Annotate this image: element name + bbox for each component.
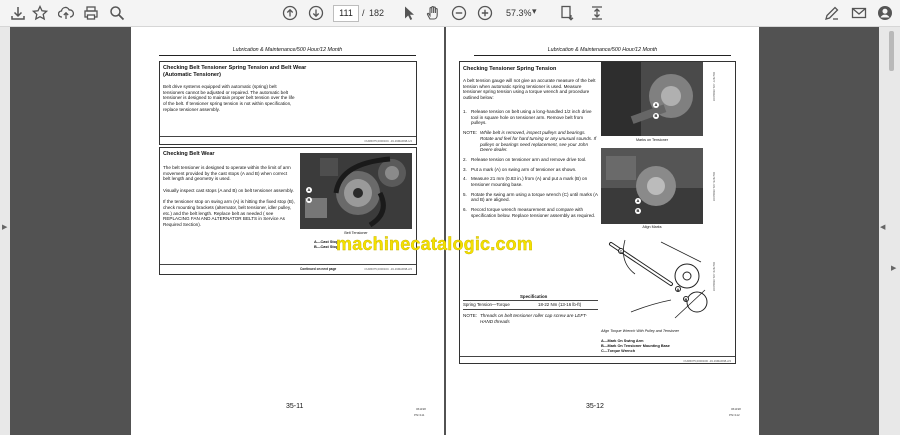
- zoom-level[interactable]: 57.3%: [506, 8, 532, 18]
- page-up-icon[interactable]: [281, 4, 299, 22]
- step-item: 5. Rotate the swing arm using a torque wr…: [463, 191, 598, 203]
- intro-text: A belt tension gauge will not give an ac…: [463, 78, 596, 101]
- section-code: OUR6075,000016D -19-19MAR98-2/2: [683, 359, 731, 363]
- page-total: 182: [369, 8, 385, 18]
- photo-caption: Align Marks: [642, 225, 662, 229]
- left-panel-toggle[interactable]: ▶: [0, 27, 10, 435]
- watermark: machinecatalogic.com: [336, 234, 534, 254]
- step-item: 4. Measure 21 mm (0.83 in.) from (A) and …: [463, 176, 588, 188]
- continued-note: Continued on next page: [300, 267, 337, 271]
- header-rule: [159, 55, 416, 56]
- label-b: B: [653, 113, 659, 119]
- step-item: 2. Release tension on tensioner arm and r…: [463, 156, 587, 162]
- vertical-scrollbar[interactable]: [889, 31, 894, 71]
- account-icon[interactable]: [876, 4, 894, 22]
- section-box: Checking Belt Tensioner Spring Tension a…: [159, 61, 417, 145]
- label-a: A: [635, 198, 641, 204]
- label-b: B: [683, 296, 689, 302]
- scroll-right-icon[interactable]: ▶: [891, 264, 896, 272]
- zoom-out-icon[interactable]: [450, 4, 468, 22]
- scroll-mode-icon[interactable]: [588, 4, 606, 22]
- torque-wrench-drawing: C A B: [601, 232, 711, 328]
- select-pointer-icon[interactable]: [400, 4, 418, 22]
- hand-pan-icon[interactable]: [424, 4, 442, 22]
- section-title: Checking Tensioner Spring Tension: [463, 66, 557, 72]
- section-code: OUR6075,000016C -19-19MAR98-1/2: [364, 139, 412, 143]
- folio-pn: PN=111: [414, 413, 425, 417]
- section-box: Checking Belt Wear The belt tensioner is…: [159, 147, 417, 275]
- label-b: B: [306, 197, 312, 203]
- label-c: C: [618, 248, 624, 254]
- photo-caption: Marks on Tensioner: [635, 138, 669, 142]
- page-number: 35-12: [586, 403, 604, 410]
- align-marks-photo: A B: [601, 148, 703, 224]
- belt-tensioner-photo: A B: [300, 153, 412, 229]
- pdf-page-left: Lubrication & Maintenance/500 Hour/12 Mo…: [131, 27, 444, 435]
- page-number-input[interactable]: 111: [333, 5, 359, 22]
- label-a: A: [675, 286, 681, 292]
- expand-right-icon[interactable]: ◀: [880, 223, 885, 231]
- legend: A—Cast Stop B—Cast Stop: [314, 240, 338, 250]
- step-list: 1. Release tension on belt using a long-h…: [463, 109, 598, 223]
- section-body: Belt drive systems equipped with automat…: [163, 84, 295, 112]
- image-code: RG7979 -UN-15DEC97: [712, 262, 716, 292]
- zoom-dropdown-caret[interactable]: ▾: [532, 6, 537, 17]
- spec-label: Spring Tension—Torque: [463, 302, 510, 307]
- section-box: Checking Tensioner Spring Tension A belt…: [459, 61, 736, 364]
- section-code: OUR6075,000016C -19-19MAR98-2/2: [364, 267, 412, 271]
- print-icon[interactable]: [82, 4, 100, 22]
- section-title: Checking Belt Wear: [163, 151, 215, 157]
- spec-rule: [463, 309, 598, 310]
- spec-heading: Specification: [520, 294, 548, 299]
- photo-caption: Align Torque Wrench With Pulley and Tens…: [601, 329, 679, 333]
- page-separator: /: [362, 8, 365, 18]
- section-title: Checking Belt Tensioner Spring Tension a…: [163, 65, 307, 78]
- zoom-in-icon[interactable]: [476, 4, 494, 22]
- step-item: 6. Record torque wrench measurement and c…: [463, 207, 596, 218]
- legend: A—Mark On Swing Arm B—Mark On Tensioner …: [601, 339, 670, 354]
- legend-item: B—Cast Stop: [314, 245, 339, 249]
- note-item: NOTE: Threads on belt tensioner roller ca…: [463, 313, 588, 324]
- spec-rule: [463, 300, 598, 301]
- pdf-page-right: Lubrication & Maintenance/500 Hour/12 Mo…: [446, 27, 759, 435]
- bookmark-star-icon[interactable]: [31, 4, 49, 22]
- expand-left-icon[interactable]: ▶: [2, 223, 7, 231]
- running-head: Lubrication & Maintenance/500 Hour/12 Mo…: [232, 47, 343, 53]
- step-item: 1. Release tension on belt using a long-h…: [463, 109, 592, 126]
- pdf-toolbar: 111 / 182 57.3% ▾: [0, 0, 900, 27]
- page-down-icon[interactable]: [307, 4, 325, 22]
- legend-item: C—Torque Wrench: [601, 349, 636, 353]
- label-b: B: [635, 208, 641, 214]
- running-head: Lubrication & Maintenance/500 Hour/12 Mo…: [547, 47, 658, 53]
- image-code: RG7977 -UN-15DEC97: [712, 72, 716, 102]
- zoom-search-icon[interactable]: [108, 4, 126, 22]
- sign-pen-icon[interactable]: [823, 4, 841, 22]
- label-a: A: [306, 187, 312, 193]
- folio-date: 061198: [416, 407, 426, 411]
- section-rule: [160, 136, 416, 137]
- spec-value: 18-22 Nm (13-16 lb-ft): [538, 302, 582, 307]
- label-a: A: [653, 102, 659, 108]
- header-rule: [474, 55, 731, 56]
- page-number: 35-11: [286, 403, 304, 410]
- folio-pn: PN=112: [729, 413, 740, 417]
- document-viewer[interactable]: ▶ ◀ ▶ Lubrication & Maintenance/500 Hour…: [0, 27, 900, 435]
- folio-date: 061198: [731, 407, 741, 411]
- marks-on-tensioner-photo: A B: [601, 62, 703, 136]
- upload-cloud-icon[interactable]: [57, 4, 75, 22]
- section-body: The belt tensioner is designed to operat…: [163, 165, 295, 228]
- save-icon[interactable]: [9, 4, 27, 22]
- fit-page-icon[interactable]: [558, 4, 576, 22]
- section-rule: [460, 356, 735, 357]
- email-icon[interactable]: [850, 4, 868, 22]
- step-item: 3. Put a mark (A) on swing arm of tension…: [463, 166, 577, 172]
- section-rule: [160, 264, 416, 265]
- image-code: RG7978 -UN-15DEC97: [712, 172, 716, 202]
- right-panel-toggle[interactable]: ◀ ▶: [879, 27, 900, 435]
- note-item: NOTE: While belt is removed, inspect pull…: [463, 130, 597, 153]
